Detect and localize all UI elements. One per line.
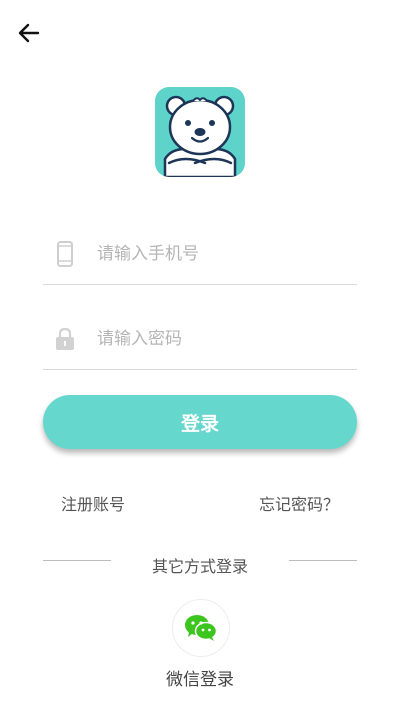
divider-right (289, 560, 357, 561)
back-button[interactable] (14, 18, 44, 48)
other-login-title: 其它方式登录 (151, 557, 248, 576)
wechat-icon (185, 615, 218, 641)
phone-input[interactable] (97, 244, 337, 264)
phone-field (43, 224, 357, 285)
login-page: 登录 注册账号 忘记密码？ 其它方式登录 微信登录 (0, 0, 400, 710)
arrow-left-icon (18, 23, 40, 43)
app-logo (155, 87, 245, 177)
forgot-password-link[interactable]: 忘记密码？ (259, 491, 339, 515)
password-input[interactable] (97, 329, 337, 349)
lock-icon (53, 325, 77, 353)
register-link[interactable]: 注册账号 (61, 491, 125, 515)
wechat-login-button[interactable] (172, 599, 230, 657)
login-button[interactable]: 登录 (43, 395, 357, 449)
password-field (43, 309, 357, 370)
polar-bear-logo-icon (163, 95, 237, 177)
mobile-phone-icon (53, 240, 77, 268)
wechat-login-label: 微信登录 (166, 670, 234, 690)
